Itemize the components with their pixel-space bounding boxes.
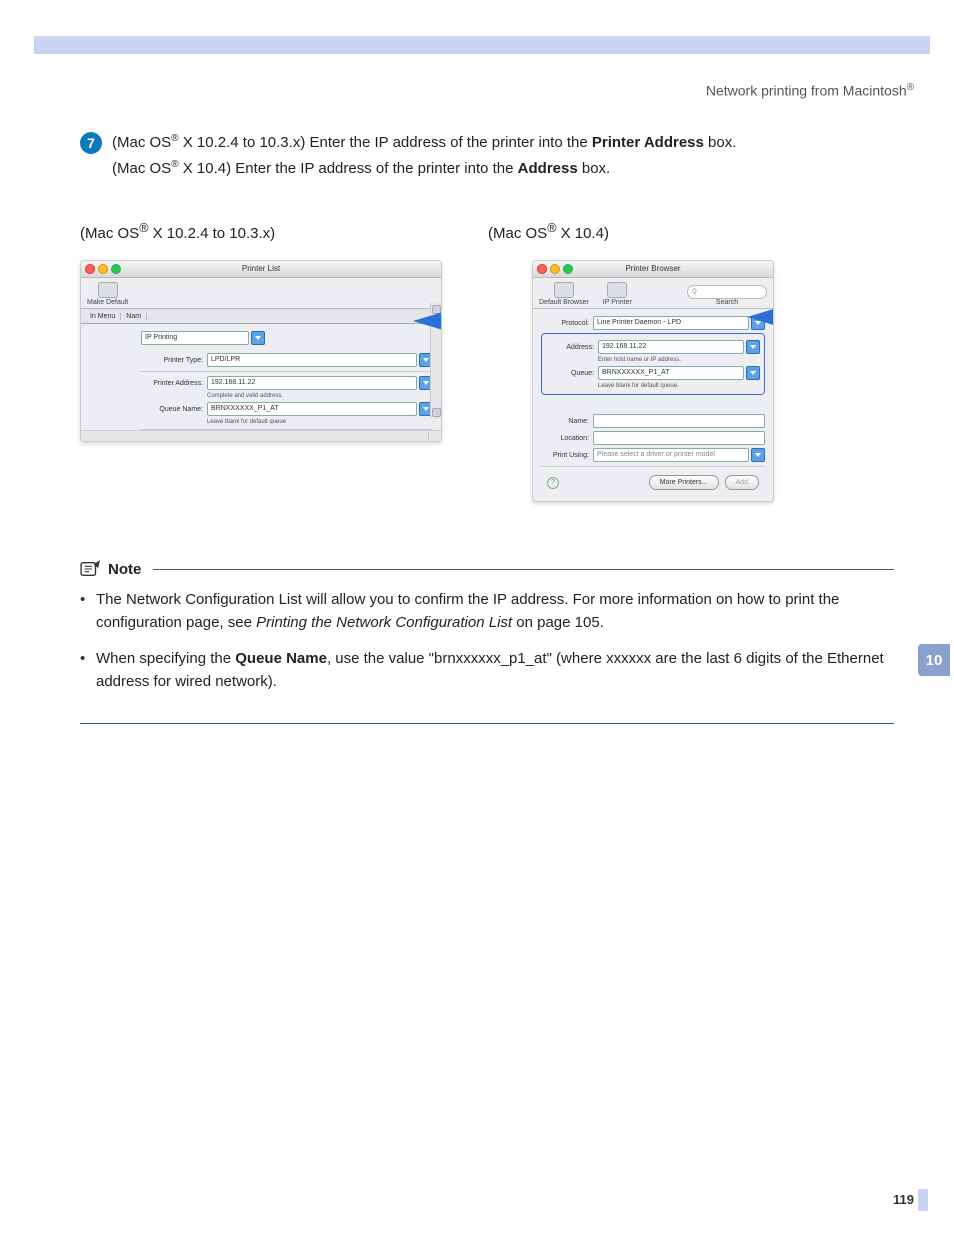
note-title: Note bbox=[108, 561, 141, 578]
label-printer-type: Printer Type: bbox=[141, 357, 207, 364]
screenshot-printer-browser: Printer Browser Default Browser IP Print… bbox=[532, 260, 774, 502]
hint-queue: Leave blank for default queue. bbox=[598, 383, 760, 389]
window-title: Printer Browser bbox=[625, 264, 680, 273]
col-name: Nam bbox=[121, 313, 147, 320]
printer-icon bbox=[98, 282, 118, 298]
note-list: The Network Configuration List will allo… bbox=[80, 588, 894, 693]
window-title: Printer List bbox=[242, 264, 280, 273]
window-titlebar: Printer List bbox=[81, 261, 441, 278]
screenshots-row: Printer List Make Default In Menu Nam IP… bbox=[80, 260, 894, 502]
content-area: 7 (Mac OS® X 10.2.4 to 10.3.x) Enter the… bbox=[80, 130, 894, 724]
printer-type-select[interactable]: LPD/LPR bbox=[207, 353, 417, 367]
running-header: Network printing from Macintosh® bbox=[706, 82, 914, 99]
address-input[interactable]: 192.168.11.22 bbox=[598, 340, 744, 354]
add-button[interactable]: Add bbox=[725, 475, 759, 490]
toolbar-default-browser[interactable]: Default Browser bbox=[539, 282, 589, 306]
caption-right: (Mac OS® X 10.4) bbox=[488, 221, 609, 242]
chapter-tab: 10 bbox=[918, 644, 950, 676]
callout-arrow-icon bbox=[413, 307, 442, 335]
ip-printing-select[interactable]: IP Printing bbox=[141, 331, 249, 345]
globe-icon bbox=[607, 282, 627, 298]
step-7: 7 (Mac OS® X 10.2.4 to 10.3.x) Enter the… bbox=[80, 130, 894, 181]
name-input[interactable] bbox=[593, 414, 765, 428]
label-queue-name: Queue Name: bbox=[141, 406, 207, 413]
header-text: Network printing from Macintosh bbox=[706, 83, 907, 99]
form-area: IP Printing Printer Type: LPD/LPR Printe… bbox=[81, 324, 441, 442]
dropdown-icon[interactable] bbox=[251, 331, 265, 345]
queue-name-input[interactable]: BRNXXXXXX_P1_AT bbox=[207, 402, 417, 416]
dropdown-icon[interactable] bbox=[746, 340, 760, 354]
step-number-badge: 7 bbox=[80, 132, 102, 154]
link-network-config[interactable]: Printing the Network Configuration List bbox=[256, 614, 512, 631]
column-header: In Menu Nam bbox=[81, 309, 441, 324]
label-location: Location: bbox=[541, 435, 593, 442]
label-queue: Queue: bbox=[546, 370, 598, 377]
hint-address: Enter host name or IP address. bbox=[598, 357, 760, 363]
label-print-using: Print Using: bbox=[541, 452, 593, 459]
highlight-box: Address: 192.168.11.22 Enter host name o… bbox=[541, 333, 765, 395]
help-icon[interactable]: ? bbox=[547, 477, 559, 489]
location-input[interactable] bbox=[593, 431, 765, 445]
note-item-2: When specifying the Queue Name, use the … bbox=[80, 647, 894, 694]
print-using-select[interactable]: Please select a driver or printer model bbox=[593, 448, 749, 462]
search-input[interactable]: Q bbox=[687, 285, 767, 299]
note-item-1: The Network Configuration List will allo… bbox=[80, 588, 894, 635]
bottom-accent bbox=[918, 1189, 928, 1211]
col-in-menu: In Menu bbox=[85, 313, 121, 320]
screenshot-printer-list: Printer List Make Default In Menu Nam IP… bbox=[80, 260, 442, 442]
window-toolbar: Make Default bbox=[81, 278, 441, 309]
callout-arrow-icon bbox=[747, 303, 774, 331]
protocol-select[interactable]: Line Printer Daemon - LPD bbox=[593, 316, 749, 330]
resize-handle-icon[interactable] bbox=[428, 430, 441, 441]
hint-address: Complete and valid address. bbox=[207, 393, 433, 399]
horizontal-scrollbar[interactable] bbox=[81, 430, 429, 441]
more-printers-button[interactable]: More Printers... bbox=[649, 475, 719, 490]
queue-input[interactable]: BRNXXXXXX_P1_AT bbox=[598, 366, 744, 380]
toolbar-make-default[interactable]: Make Default bbox=[87, 282, 128, 306]
toolbar-ip-printer[interactable]: IP Printer bbox=[603, 282, 632, 306]
registered-mark: ® bbox=[907, 82, 914, 93]
page: Network printing from Macintosh® 7 (Mac … bbox=[0, 0, 954, 1235]
traffic-lights-icon bbox=[537, 264, 573, 274]
page-number: 119 bbox=[893, 1192, 914, 1207]
caption-row: (Mac OS® X 10.2.4 to 10.3.x) (Mac OS® X … bbox=[80, 221, 894, 242]
step-text: (Mac OS® X 10.2.4 to 10.3.x) Enter the I… bbox=[112, 130, 736, 181]
form-area: Protocol: Line Printer Daemon - LPD Addr… bbox=[533, 309, 773, 498]
note-rule bbox=[153, 569, 894, 570]
window-toolbar: Default Browser IP Printer Q Search bbox=[533, 278, 773, 309]
label-address: Address: bbox=[546, 344, 598, 351]
dropdown-icon[interactable] bbox=[751, 448, 765, 462]
printer-address-input[interactable]: 192.168.11.22 bbox=[207, 376, 417, 390]
window-titlebar: Printer Browser bbox=[533, 261, 773, 278]
note-title-row: Note bbox=[80, 560, 894, 578]
hint-queue: Leave blank for default queue bbox=[207, 419, 433, 425]
note-block: Note The Network Configuration List will… bbox=[80, 560, 894, 724]
label-protocol: Protocol: bbox=[541, 320, 593, 327]
dropdown-icon[interactable] bbox=[746, 366, 760, 380]
label-name: Name: bbox=[541, 418, 593, 425]
note-icon bbox=[80, 560, 102, 578]
browser-icon bbox=[554, 282, 574, 298]
label-printer-address: Printer Address: bbox=[141, 380, 207, 387]
caption-left: (Mac OS® X 10.2.4 to 10.3.x) bbox=[80, 221, 480, 242]
top-accent-bar bbox=[34, 36, 930, 54]
traffic-lights-icon bbox=[85, 264, 121, 274]
